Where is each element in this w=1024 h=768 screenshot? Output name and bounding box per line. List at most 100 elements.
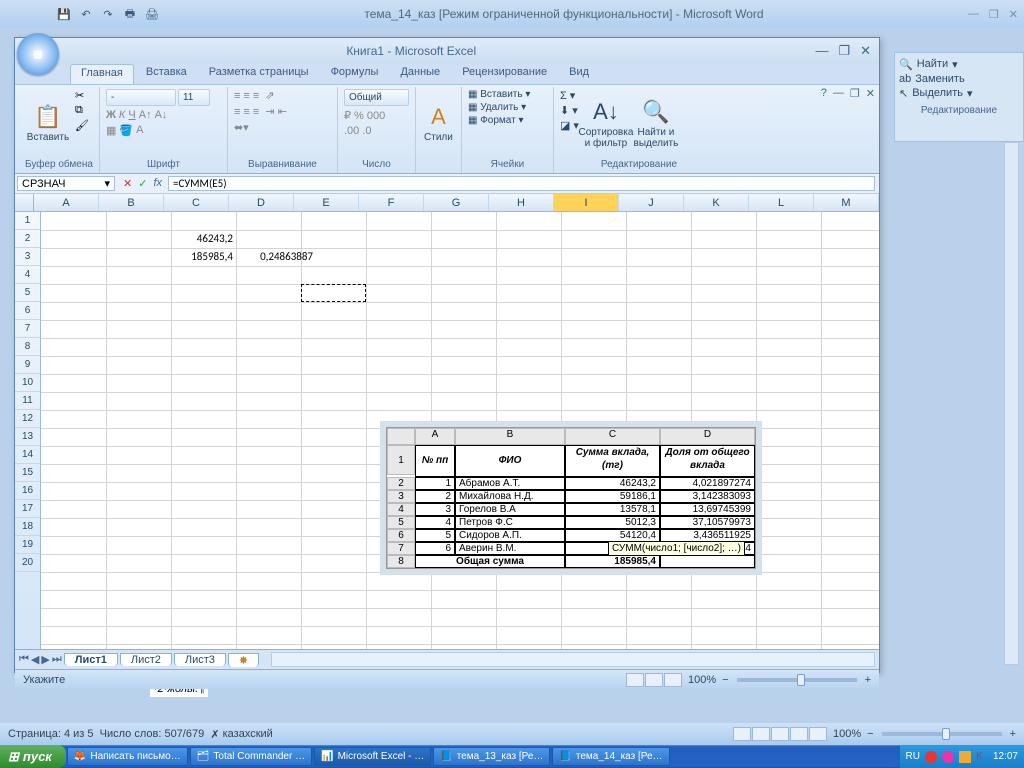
zoom-out-icon[interactable]: − (722, 674, 728, 686)
col-C[interactable]: C (164, 194, 229, 211)
sort-button[interactable]: A↓Сортировка и фильтр (583, 89, 629, 158)
sheet2[interactable]: Лист2 (120, 653, 172, 666)
tray-icon[interactable] (959, 751, 971, 763)
next-icon[interactable]: ▶ (41, 653, 49, 666)
last-icon[interactable]: ⏭ (52, 653, 62, 666)
tab-layout[interactable]: Разметка страницы (199, 64, 319, 84)
tray-icon[interactable]: K (976, 751, 988, 763)
close-icon[interactable]: ✕ (1009, 8, 1018, 21)
zoom-in-icon[interactable]: + (1010, 728, 1016, 740)
select-all-corner[interactable] (15, 194, 34, 211)
select-button[interactable]: ↖Выделить ▾ (899, 86, 1019, 101)
clear-icon[interactable]: ◪ ▾ (560, 119, 579, 132)
mdi-close-icon[interactable]: ✕ (866, 87, 875, 100)
tab-home[interactable]: Главная (70, 64, 134, 84)
col-D[interactable]: D (229, 194, 294, 211)
formula-input[interactable]: =СУММ(E5) (168, 176, 875, 191)
cell-D3[interactable]: 0,24863887 (236, 248, 316, 266)
mdi-min-icon[interactable]: — (833, 87, 844, 100)
system-tray[interactable]: RU K 12:07 (900, 745, 1024, 768)
merge-icon[interactable]: ⬌▾ (234, 121, 287, 134)
col-G[interactable]: G (424, 194, 489, 211)
cell-C3[interactable]: 185985,4 (171, 248, 236, 266)
sheet1[interactable]: Лист1 (64, 653, 118, 666)
clock[interactable]: 12:07 (993, 751, 1018, 762)
col-F[interactable]: F (359, 194, 424, 211)
italic-icon[interactable]: К (119, 109, 125, 121)
start-button[interactable]: ⊞пуск (0, 745, 66, 768)
row-headers[interactable]: 12345 678910 1112131415 1617181920 (15, 212, 41, 649)
minimize-icon[interactable]: — (968, 8, 979, 21)
insert-cells[interactable]: ▦ Вставить ▾ (468, 89, 547, 100)
find-button[interactable]: 🔍Найти и выделить (633, 89, 679, 158)
dropdown-icon[interactable]: ▾ (104, 177, 110, 190)
quickprint-icon[interactable]: 🖨 (144, 6, 160, 22)
task-word13[interactable]: 📘тема_13_каз [Ре… (433, 747, 550, 766)
fill-icon[interactable]: 🪣 (119, 124, 133, 137)
bold-icon[interactable]: Ж (106, 109, 116, 121)
new-sheet-icon[interactable]: ✸ (228, 653, 259, 667)
tab-review[interactable]: Рецензирование (452, 64, 557, 84)
underline-icon[interactable]: Ч (128, 109, 135, 121)
task-firefox[interactable]: 🦊Написать письмо… (67, 747, 188, 766)
close-icon[interactable]: ✕ (860, 43, 871, 59)
col-L[interactable]: L (749, 194, 814, 211)
delete-cells[interactable]: ▦ Удалить ▾ (468, 102, 547, 113)
enter-icon[interactable]: ✓ (138, 177, 147, 190)
language[interactable]: казахский (223, 728, 273, 740)
column-headers[interactable]: A B C D E F G H I J K L M (15, 194, 879, 212)
font-family[interactable] (106, 89, 176, 106)
name-box[interactable]: СРЗНАЧ▾ (17, 176, 115, 191)
number-format[interactable]: Общий (344, 89, 409, 106)
word-view-buttons[interactable] (733, 727, 827, 741)
col-B[interactable]: B (99, 194, 164, 211)
cut-icon[interactable]: ✂ (75, 89, 89, 102)
fx-icon[interactable]: fx (153, 177, 162, 190)
col-E[interactable]: E (294, 194, 359, 211)
col-A[interactable]: A (34, 194, 99, 211)
zoom-out-icon[interactable]: − (867, 728, 873, 740)
painter-icon[interactable]: 🖌 (75, 119, 89, 132)
tab-insert[interactable]: Вставка (136, 64, 197, 84)
copy-icon[interactable]: ⧉ (75, 104, 89, 117)
font-size[interactable] (178, 89, 210, 106)
tab-view[interactable]: Вид (559, 64, 599, 84)
replace-button[interactable]: abЗаменить (899, 72, 1019, 86)
col-M[interactable]: M (814, 194, 879, 211)
font-color-icon[interactable]: A (136, 124, 143, 137)
grow-font-icon[interactable]: A↑ (139, 109, 152, 121)
h-scrollbar[interactable] (271, 652, 875, 667)
sheet3[interactable]: Лист3 (174, 653, 226, 666)
tab-data[interactable]: Данные (390, 64, 450, 84)
task-totalcmd[interactable]: 🗂Total Commander … (190, 747, 312, 766)
save-icon[interactable]: 💾 (56, 6, 72, 22)
cancel-icon[interactable]: ✕ (123, 177, 132, 190)
paste-button[interactable]: 📋 Вставить (25, 89, 71, 158)
col-K[interactable]: K (684, 194, 749, 211)
first-icon[interactable]: ⏮ (19, 653, 29, 666)
mdi-restore-icon[interactable]: ❐ (850, 87, 860, 100)
undo-icon[interactable]: ↶ (78, 6, 94, 22)
autosum-icon[interactable]: Σ ▾ (560, 89, 579, 102)
view-buttons[interactable] (626, 673, 682, 687)
cell-C2[interactable]: 46243,2 (171, 230, 236, 248)
minimize-icon[interactable]: — (815, 43, 828, 59)
redo-icon[interactable]: ↷ (100, 6, 116, 22)
print-icon[interactable]: 🖶 (122, 6, 138, 22)
tab-formulas[interactable]: Формулы (321, 64, 389, 84)
col-H[interactable]: H (489, 194, 554, 211)
task-excel[interactable]: 📊Microsoft Excel - … (314, 747, 431, 766)
tray-icon[interactable] (942, 751, 954, 763)
zoom-in-icon[interactable]: + (865, 674, 871, 686)
help-icon[interactable]: ? (821, 87, 827, 100)
tray-icon[interactable] (925, 751, 937, 763)
language-indicator[interactable]: RU (906, 751, 920, 762)
format-cells[interactable]: ▦ Формат ▾ (468, 115, 547, 126)
proofing-icon[interactable]: ✗ (210, 728, 219, 741)
restore-icon[interactable]: ❐ (838, 43, 850, 59)
col-J[interactable]: J (619, 194, 684, 211)
zoom-slider[interactable] (882, 732, 1002, 736)
border-icon[interactable]: ▦ (106, 124, 116, 137)
fill-down-icon[interactable]: ⬇ ▾ (560, 104, 579, 117)
office-button[interactable]: ⊞ (17, 33, 59, 75)
